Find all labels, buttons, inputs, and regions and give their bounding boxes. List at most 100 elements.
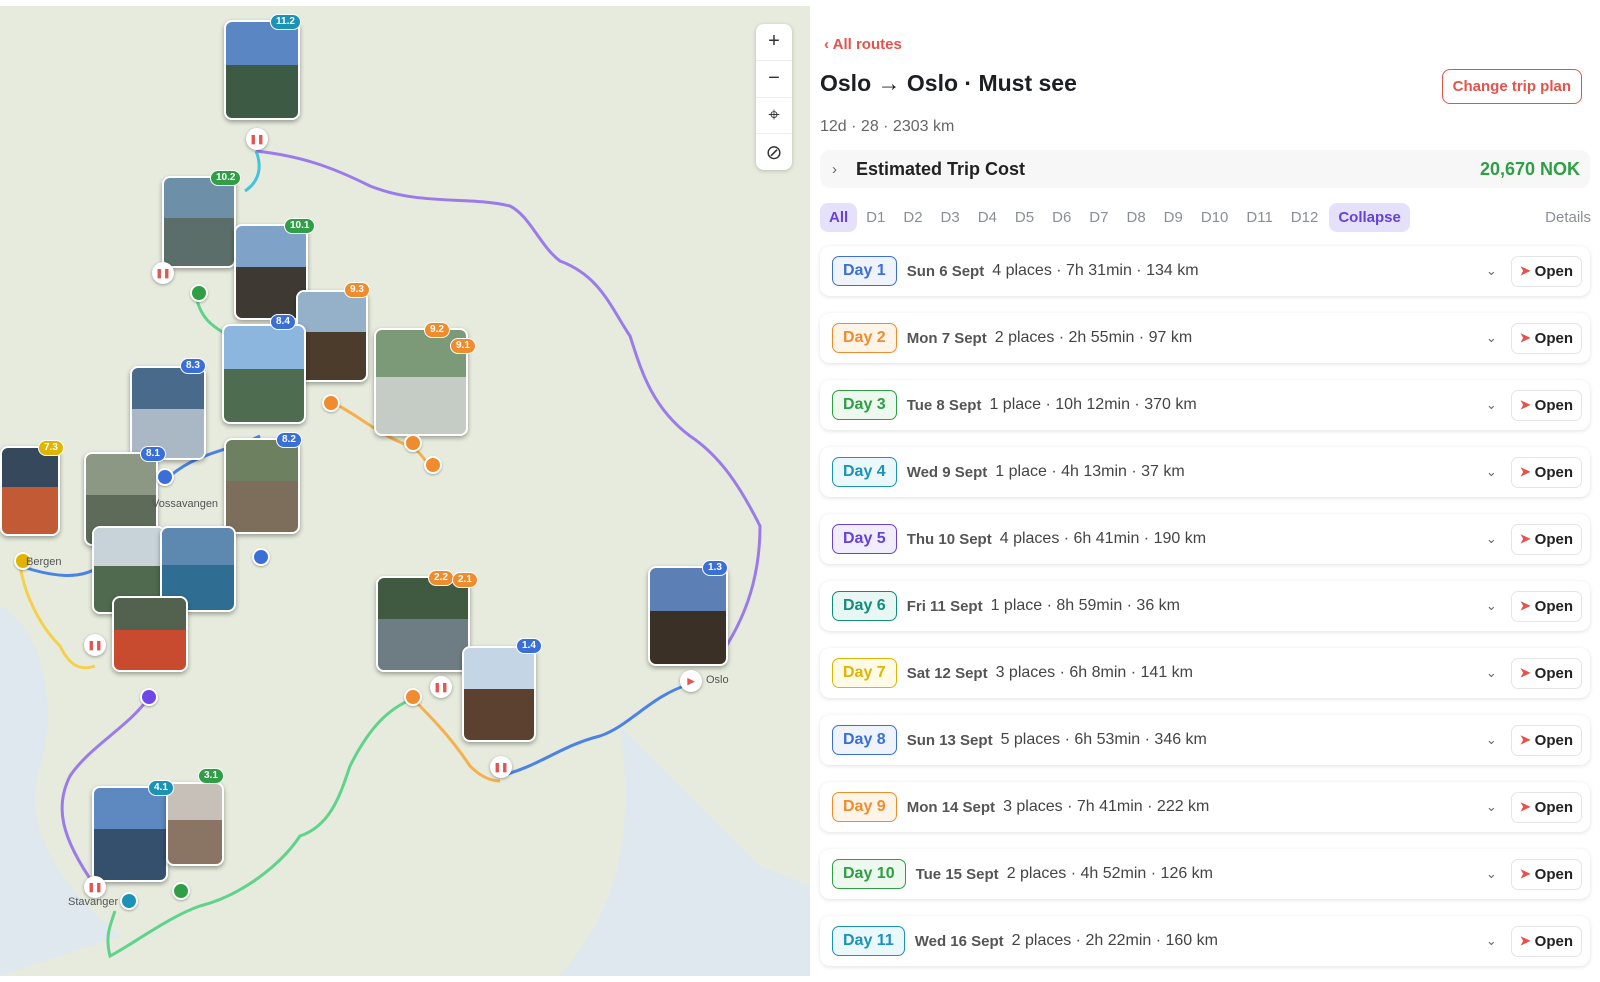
- pause-stop-icon[interactable]: ❚❚: [84, 634, 106, 656]
- open-button[interactable]: ➤ Open: [1510, 322, 1582, 354]
- photo-pin[interactable]: [92, 786, 168, 882]
- map-view[interactable]: 11.2 10.2 10.1 9.3 9.2 9.1 8.4 8.3 8.2 8…: [0, 6, 810, 976]
- route-stop[interactable]: [140, 688, 158, 706]
- route-stop[interactable]: [120, 892, 138, 910]
- route-stop[interactable]: [252, 548, 270, 566]
- day-date: Sun 6 Sept: [906, 262, 985, 280]
- open-button[interactable]: ➤ Open: [1510, 724, 1582, 756]
- navigate-icon: ➤: [1519, 531, 1531, 546]
- navigate-icon: ➤: [1519, 263, 1531, 278]
- route-stop[interactable]: [190, 284, 208, 302]
- photo-pin[interactable]: [224, 438, 300, 534]
- photo-pin[interactable]: [130, 366, 206, 460]
- open-button[interactable]: ➤ Open: [1510, 523, 1582, 555]
- tab-d1[interactable]: D1: [857, 203, 894, 232]
- open-button[interactable]: ➤ Open: [1510, 657, 1582, 689]
- tab-d11[interactable]: D11: [1237, 203, 1281, 232]
- change-trip-plan-button[interactable]: Change trip plan: [1441, 69, 1582, 104]
- photo-pin[interactable]: [112, 596, 188, 672]
- route-stop[interactable]: [322, 394, 340, 412]
- day-date: Mon 7 Sept: [906, 329, 987, 347]
- tab-d4[interactable]: D4: [969, 203, 1006, 232]
- photo-pin[interactable]: [376, 576, 470, 672]
- day-date: Sat 12 Sept: [906, 664, 988, 682]
- chevron-down-icon[interactable]: ⌄: [1486, 397, 1497, 413]
- tab-d6[interactable]: D6: [1043, 203, 1080, 232]
- day-row[interactable]: Day 7 Sat 12 Sept 3 places · 6h 8min · 141…: [820, 648, 1590, 698]
- photo-pin[interactable]: [296, 290, 368, 382]
- day-row[interactable]: Day 10 Tue 15 Sept 2 places · 4h 52min · 1…: [820, 849, 1590, 899]
- back-link[interactable]: ‹ All routes: [824, 36, 902, 53]
- zoom-out-button[interactable]: −: [756, 61, 792, 98]
- chevron-down-icon[interactable]: ⌄: [1486, 464, 1497, 480]
- day-row[interactable]: Day 5 Thu 10 Sept 4 places · 6h 41min · 19…: [820, 514, 1590, 564]
- route-stop[interactable]: [156, 468, 174, 486]
- tab-d12[interactable]: D12: [1282, 203, 1328, 232]
- day-row[interactable]: Day 2 Mon 7 Sept 2 places · 2h 55min · 97 …: [820, 313, 1590, 363]
- chevron-down-icon[interactable]: ⌄: [1486, 799, 1497, 815]
- tab-d7[interactable]: D7: [1080, 203, 1117, 232]
- pause-stop-icon[interactable]: ❚❚: [84, 876, 106, 898]
- zoom-in-button[interactable]: +: [756, 24, 792, 61]
- chevron-down-icon[interactable]: ⌄: [1486, 732, 1497, 748]
- day-row[interactable]: Day 4 Wed 9 Sept 1 place · 4h 13min · 37 k…: [820, 447, 1590, 497]
- day-row[interactable]: Day 8 Sun 13 Sept 5 places · 6h 53min · 34…: [820, 715, 1590, 765]
- pin-badge: 4.1: [148, 780, 174, 796]
- open-button[interactable]: ➤ Open: [1510, 925, 1582, 957]
- open-button[interactable]: ➤ Open: [1510, 858, 1582, 890]
- start-play-icon[interactable]: ▶: [680, 670, 702, 692]
- chevron-down-icon[interactable]: ⌄: [1486, 598, 1497, 614]
- day-date: Fri 11 Sept: [906, 597, 983, 615]
- route-stop[interactable]: [404, 688, 422, 706]
- open-button[interactable]: ➤ Open: [1510, 255, 1582, 287]
- chevron-down-icon[interactable]: ⌄: [1486, 933, 1497, 949]
- pin-badge: 10.1: [284, 218, 316, 234]
- photo-pin[interactable]: [224, 20, 300, 120]
- day-row[interactable]: Day 3 Tue 8 Sept 1 place · 10h 12min · 370…: [820, 380, 1590, 430]
- collapse-button[interactable]: Collapse: [1329, 202, 1410, 232]
- photo-pin[interactable]: [462, 646, 536, 742]
- tab-d5[interactable]: D5: [1006, 203, 1043, 232]
- open-label: Open: [1534, 597, 1573, 615]
- photo-pin[interactable]: [222, 324, 306, 424]
- navigate-icon: ➤: [1519, 933, 1531, 948]
- day-row[interactable]: Day 1 Sun 6 Sept 4 places · 7h 31min · 134…: [820, 246, 1590, 296]
- locate-icon[interactable]: ⌖: [756, 98, 792, 135]
- open-label: Open: [1534, 664, 1573, 682]
- navigate-icon: ➤: [1519, 665, 1531, 680]
- open-button[interactable]: ➤ Open: [1510, 791, 1582, 823]
- hide-route-icon[interactable]: ⊘: [756, 134, 792, 170]
- open-button[interactable]: ➤ Open: [1510, 456, 1582, 488]
- chevron-down-icon[interactable]: ⌄: [1486, 665, 1497, 681]
- tab-d3[interactable]: D3: [932, 203, 969, 232]
- route-stop[interactable]: [424, 456, 442, 474]
- pin-badge: 9.2: [424, 322, 450, 338]
- chevron-down-icon[interactable]: ⌄: [1486, 330, 1497, 346]
- pause-stop-icon[interactable]: ❚❚: [152, 262, 174, 284]
- route-stop[interactable]: [404, 434, 422, 452]
- pause-stop-icon[interactable]: ❚❚: [490, 756, 512, 778]
- photo-pin[interactable]: [166, 782, 224, 866]
- photo-pin[interactable]: [0, 446, 60, 536]
- tab-all[interactable]: All: [820, 202, 858, 232]
- day-chip: Day 7: [832, 658, 897, 688]
- tab-d8[interactable]: D8: [1117, 203, 1154, 232]
- photo-pin[interactable]: [162, 176, 236, 268]
- pause-stop-icon[interactable]: ❚❚: [246, 128, 268, 150]
- tab-d9[interactable]: D9: [1155, 203, 1192, 232]
- photo-pin[interactable]: [648, 566, 728, 666]
- pause-stop-icon[interactable]: ❚❚: [430, 676, 452, 698]
- chevron-down-icon[interactable]: ⌄: [1486, 866, 1497, 882]
- day-row[interactable]: Day 6 Fri 11 Sept 1 place · 8h 59min · 36 …: [820, 581, 1590, 631]
- chevron-down-icon[interactable]: ⌄: [1486, 531, 1497, 547]
- trip-cost-row[interactable]: › Estimated Trip Cost 20,670 NOK: [820, 150, 1590, 188]
- chevron-down-icon[interactable]: ⌄: [1486, 263, 1497, 279]
- day-row[interactable]: Day 11 Wed 16 Sept 2 places · 2h 22min · 1…: [820, 916, 1590, 966]
- open-button[interactable]: ➤ Open: [1510, 590, 1582, 622]
- tab-d10[interactable]: D10: [1192, 203, 1238, 232]
- details-button[interactable]: Details: [1536, 203, 1600, 232]
- tab-d2[interactable]: D2: [894, 203, 931, 232]
- route-stop[interactable]: [172, 882, 190, 900]
- open-button[interactable]: ➤ Open: [1510, 389, 1582, 421]
- day-row[interactable]: Day 9 Mon 14 Sept 3 places · 7h 41min · 22…: [820, 782, 1590, 832]
